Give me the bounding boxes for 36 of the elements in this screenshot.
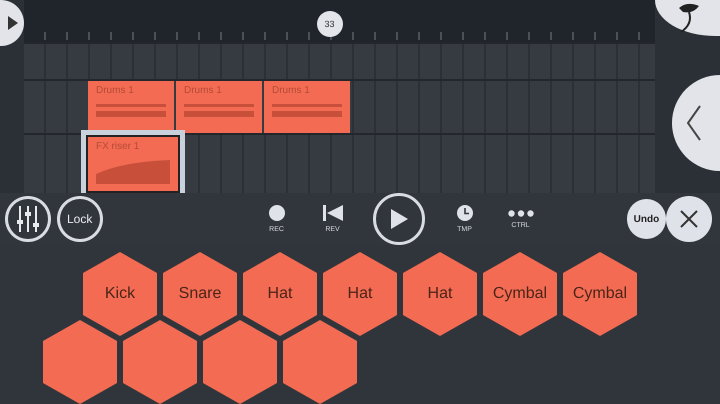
clip-name: Drums 1 bbox=[184, 85, 223, 96]
drum-pattern-drawing bbox=[184, 104, 254, 118]
drum-pad[interactable]: Snare bbox=[163, 252, 237, 336]
play-icon bbox=[390, 209, 408, 229]
clip-name: Drums 1 bbox=[272, 85, 311, 96]
drum-pad[interactable] bbox=[203, 320, 277, 404]
drum-pattern-drawing bbox=[96, 104, 166, 118]
record-icon bbox=[268, 205, 285, 221]
rewind-icon bbox=[322, 205, 343, 221]
timeline-ruler[interactable]: 33 bbox=[24, 0, 655, 42]
drum-pad[interactable]: Cymbal bbox=[563, 252, 637, 336]
drum-pad[interactable]: Kick bbox=[83, 252, 157, 336]
clip-name: FX riser 1 bbox=[96, 141, 140, 152]
close-button[interactable] bbox=[666, 196, 712, 242]
drum-pad[interactable] bbox=[123, 320, 197, 404]
position-marker[interactable]: 33 bbox=[316, 11, 342, 37]
undo-button[interactable]: Undo bbox=[626, 199, 666, 239]
drum-pad[interactable]: Hat bbox=[403, 252, 477, 336]
drum-pad[interactable]: Hat bbox=[243, 252, 317, 336]
mixer-icon bbox=[16, 206, 40, 232]
play-icon bbox=[8, 16, 18, 30]
clock-icon bbox=[456, 205, 473, 221]
logo-button[interactable] bbox=[655, 0, 720, 36]
play-button[interactable] bbox=[372, 193, 425, 245]
drum-pad[interactable] bbox=[43, 320, 117, 404]
close-icon bbox=[680, 210, 698, 228]
circle-button[interactable] bbox=[0, 0, 24, 46]
chevron-left-icon bbox=[686, 105, 702, 141]
drum-pad[interactable] bbox=[283, 320, 357, 404]
lock-button[interactable]: Lock bbox=[56, 196, 103, 242]
clip-name: Drums 1 bbox=[96, 85, 135, 96]
drum-pad[interactable]: Hat bbox=[323, 252, 397, 336]
drum-pad[interactable]: Cymbal bbox=[483, 252, 557, 336]
drum-pattern-drawing bbox=[272, 104, 342, 118]
more-icon bbox=[508, 210, 534, 216]
mixer-button[interactable] bbox=[5, 196, 51, 242]
